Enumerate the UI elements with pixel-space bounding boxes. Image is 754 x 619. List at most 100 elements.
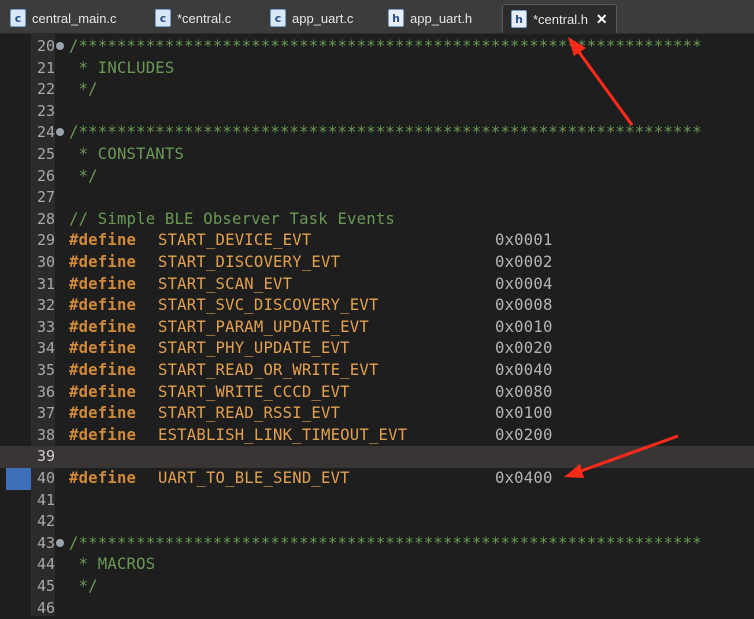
line-number: 33 (36, 317, 55, 336)
define-keyword: #define (69, 274, 137, 293)
comment-text: /***************************************… (69, 533, 702, 552)
line-number: 38 (36, 425, 55, 444)
line-number: 26 (36, 166, 55, 185)
fold-icon[interactable] (56, 42, 64, 50)
line-number: 30 (36, 253, 55, 271)
code-editor[interactable]: 20 /************************************… (0, 34, 754, 617)
tab-label: app_uart.c (292, 10, 354, 26)
code-line: 26 */ (0, 166, 754, 188)
close-icon[interactable]: ✕ (596, 11, 608, 28)
macro-value: 0x0020 (495, 339, 553, 358)
fold-icon[interactable] (56, 128, 64, 137)
tab-label: *central.h (533, 11, 588, 27)
code-line: 25 * CONSTANTS (0, 144, 754, 166)
tab-central-c[interactable]: c *central.c (155, 4, 231, 32)
macro-name: ESTABLISH_LINK_TIMEOUT_EVT (158, 425, 408, 444)
macro-name: START_PHY_UPDATE_EVT (158, 339, 350, 358)
macro-name: START_DISCOVERY_EVT (158, 253, 341, 271)
define-keyword: #define (69, 339, 137, 358)
line-number: 39 (36, 447, 55, 466)
tab-app-uart-h[interactable]: h app_uart.h (388, 4, 472, 32)
selection-marker (6, 468, 31, 490)
code-line: 40 #define UART_TO_BLE_SEND_EVT 0x0400 (0, 468, 754, 490)
define-keyword: #define (69, 296, 137, 315)
line-number: 31 (36, 274, 55, 293)
macro-value: 0x0100 (495, 404, 553, 423)
macro-value: 0x0080 (495, 382, 553, 401)
c-file-icon: c (270, 9, 286, 27)
tab-label: *central.c (177, 10, 232, 26)
code-line: 24 /************************************… (0, 122, 754, 144)
line-number: 24 (36, 123, 55, 142)
code-line: 30 #define START_DISCOVERY_EVT 0x0002 (0, 252, 754, 274)
comment-text: // Simple BLE Observer Task Events (69, 209, 395, 228)
macro-name: START_PARAM_UPDATE_EVT (158, 317, 369, 336)
macro-name: START_SCAN_EVT (158, 274, 293, 293)
code-line: 45 */ (0, 576, 754, 598)
line-number: 22 (36, 80, 55, 99)
tab-central-main-c[interactable]: c central_main.c (10, 4, 117, 32)
line-number: 40 (36, 469, 55, 487)
macro-value: 0x0004 (495, 274, 553, 293)
code-line: 41 (0, 490, 754, 512)
code-line: 23 (0, 101, 754, 123)
h-file-icon: h (388, 9, 404, 27)
code-line: 42 (0, 511, 754, 533)
line-number: 20 (36, 37, 55, 55)
line-number: 36 (36, 382, 55, 401)
editor-tab-bar: c central_main.c c *central.c c app_uart… (0, 0, 754, 34)
comment-text: /***************************************… (69, 123, 702, 142)
line-number: 45 (36, 577, 55, 595)
code-line: 34 #define START_PHY_UPDATE_EVT 0x0020 (0, 338, 754, 360)
define-keyword: #define (69, 404, 137, 423)
macro-name: START_DEVICE_EVT (158, 231, 312, 250)
comment-text: * CONSTANTS (69, 145, 185, 163)
comment-text: */ (69, 577, 98, 595)
macro-value: 0x0200 (495, 425, 553, 444)
define-keyword: #define (69, 382, 137, 401)
tab-app-uart-c[interactable]: c app_uart.c (270, 4, 353, 32)
line-number: 29 (36, 231, 55, 250)
define-keyword: #define (69, 469, 137, 487)
macro-value: 0x0400 (495, 469, 553, 487)
tab-label: central_main.c (32, 10, 117, 26)
line-number: 27 (36, 188, 55, 207)
code-line: 43 /************************************… (0, 533, 754, 555)
code-line: 22 */ (0, 79, 754, 101)
macro-name: START_READ_OR_WRITE_EVT (158, 361, 379, 379)
line-number: 43 (36, 533, 55, 552)
line-number: 34 (36, 339, 55, 358)
define-keyword: #define (69, 231, 137, 250)
line-number: 23 (36, 101, 55, 120)
define-keyword: #define (69, 253, 137, 271)
define-keyword: #define (69, 361, 137, 379)
code-line: 37 #define START_READ_RSSI_EVT 0x0100 (0, 403, 754, 425)
macro-name: START_SVC_DISCOVERY_EVT (158, 296, 379, 315)
macro-name: START_WRITE_CCCD_EVT (158, 382, 350, 401)
macro-name: START_READ_RSSI_EVT (158, 404, 341, 423)
line-number: 32 (36, 296, 55, 315)
define-keyword: #define (69, 425, 137, 444)
macro-value: 0x0002 (495, 253, 553, 271)
line-number: 25 (36, 145, 55, 163)
line-number: 28 (36, 209, 55, 228)
define-keyword: #define (69, 317, 137, 336)
comment-text: * INCLUDES (69, 58, 175, 77)
line-number: 35 (36, 361, 55, 379)
tab-central-h[interactable]: h *central.h ✕ (502, 4, 617, 33)
current-line-highlight: 39 (0, 446, 754, 468)
c-file-icon: c (155, 9, 171, 27)
code-line: 38 #define ESTABLISH_LINK_TIMEOUT_EVT 0x… (0, 425, 754, 447)
macro-value: 0x0008 (495, 296, 553, 315)
code-line: 20 /************************************… (0, 36, 754, 58)
code-line: 33 #define START_PARAM_UPDATE_EVT 0x0010 (0, 317, 754, 339)
line-number: 21 (36, 58, 55, 77)
c-file-icon: c (10, 9, 26, 27)
code-line: 35 #define START_READ_OR_WRITE_EVT 0x004… (0, 360, 754, 382)
comment-text: /***************************************… (69, 37, 702, 55)
code-line: 27 (0, 187, 754, 209)
comment-text: */ (69, 166, 98, 185)
comment-text: */ (69, 80, 98, 99)
line-number: 41 (36, 490, 55, 509)
fold-icon[interactable] (56, 538, 64, 547)
